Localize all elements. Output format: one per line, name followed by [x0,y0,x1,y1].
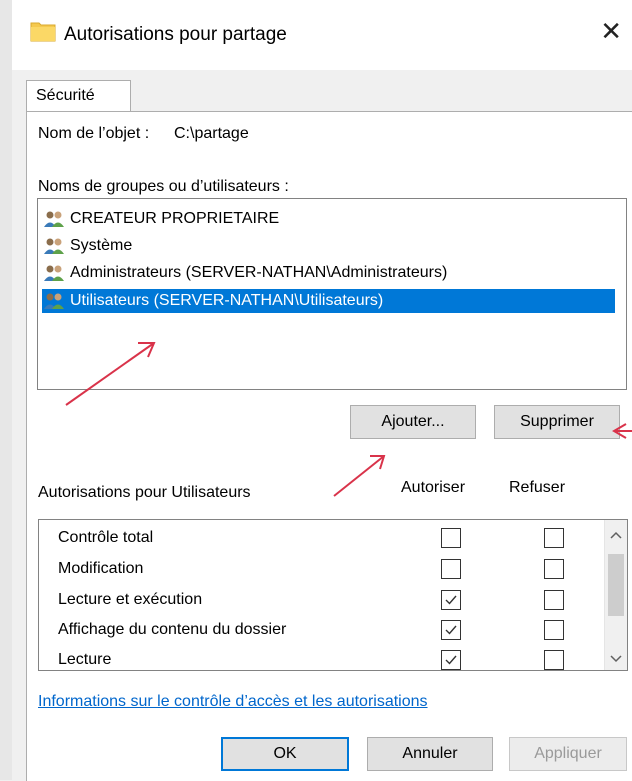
tab-label: Sécurité [36,87,95,104]
window-title: Autorisations pour partage [64,24,287,45]
object-name-label: Nom de l’objet : [38,125,150,142]
checkmark-icon [445,655,457,665]
allow-checkbox[interactable] [441,528,461,548]
scrollbar-thumb[interactable] [608,554,624,616]
permission-row: Modification [39,554,599,584]
permission-row: Contrôle total [39,523,599,553]
deny-checkbox[interactable] [544,650,564,670]
deny-checkbox[interactable] [544,590,564,610]
tab-securite[interactable]: Sécurité [26,80,131,113]
groups-label: Noms de groupes ou d’utilisateurs : [38,178,289,195]
users-icon [44,238,64,254]
permission-name: Affichage du contenu du dossier [58,621,287,638]
permission-row: Lecture [39,645,599,670]
permission-row: Lecture et exécution [39,585,599,615]
users-icon [44,265,64,281]
vertical-scrollbar[interactable] [604,520,627,670]
list-item-systeme[interactable]: Système [42,234,132,258]
folder-icon [30,22,56,42]
list-item-label: Utilisateurs (SERVER-NATHAN\Utilisateurs… [70,292,384,309]
ok-button[interactable]: OK [221,737,349,771]
users-icon [44,293,64,309]
allow-header: Autoriser [401,479,466,496]
remove-button[interactable]: Supprimer [494,405,620,439]
annotation-arrow [65,342,156,406]
allow-checkbox[interactable] [441,650,461,670]
deny-checkbox[interactable] [544,559,564,579]
allow-checkbox[interactable] [441,620,461,640]
list-item-createur[interactable]: CREATEUR PROPRIETAIRE [42,207,279,231]
object-name-value: C:\partage [174,125,249,142]
annotation-arrow [612,423,632,439]
title-bar: Autorisations pour partage ✕ [12,0,632,70]
allow-checkbox[interactable] [441,559,461,579]
annotation-arrow [333,455,386,497]
add-button[interactable]: Ajouter... [350,405,476,439]
list-item-label: Système [70,237,133,254]
users-icon [44,211,64,227]
permission-name: Lecture [58,651,112,668]
permission-name: Modification [58,560,144,577]
permissions-dialog: Autorisations pour partage ✕ Sécurité No… [12,0,632,781]
list-item-administrateurs[interactable]: Administrateurs (SERVER-NATHAN\Administr… [42,261,447,285]
list-item-label: Administrateurs (SERVER-NATHAN\Administr… [70,264,448,281]
deny-checkbox[interactable] [544,528,564,548]
allow-checkbox[interactable] [441,590,461,610]
list-item-utilisateurs[interactable]: Utilisateurs (SERVER-NATHAN\Utilisateurs… [42,289,615,313]
scroll-down-icon[interactable] [610,654,622,664]
permission-name: Lecture et exécution [58,591,203,608]
deny-checkbox[interactable] [544,620,564,640]
checkmark-icon [445,625,457,635]
scroll-up-icon[interactable] [610,530,622,540]
cancel-button[interactable]: Annuler [367,737,493,771]
permission-row: Affichage du contenu du dossier [39,615,599,645]
close-button[interactable]: ✕ [600,18,622,44]
apply-button[interactable]: Appliquer [509,737,627,771]
access-control-info-link[interactable]: Informations sur le contrôle d’accès et … [38,693,428,711]
checkmark-icon [445,595,457,605]
list-item-label: CREATEUR PROPRIETAIRE [70,210,280,227]
permission-name: Contrôle total [58,529,154,546]
deny-header: Refuser [509,479,566,496]
permissions-list[interactable]: Contrôle total Modification Lecture et e… [38,519,628,671]
permissions-label: Autorisations pour Utilisateurs [38,484,251,501]
